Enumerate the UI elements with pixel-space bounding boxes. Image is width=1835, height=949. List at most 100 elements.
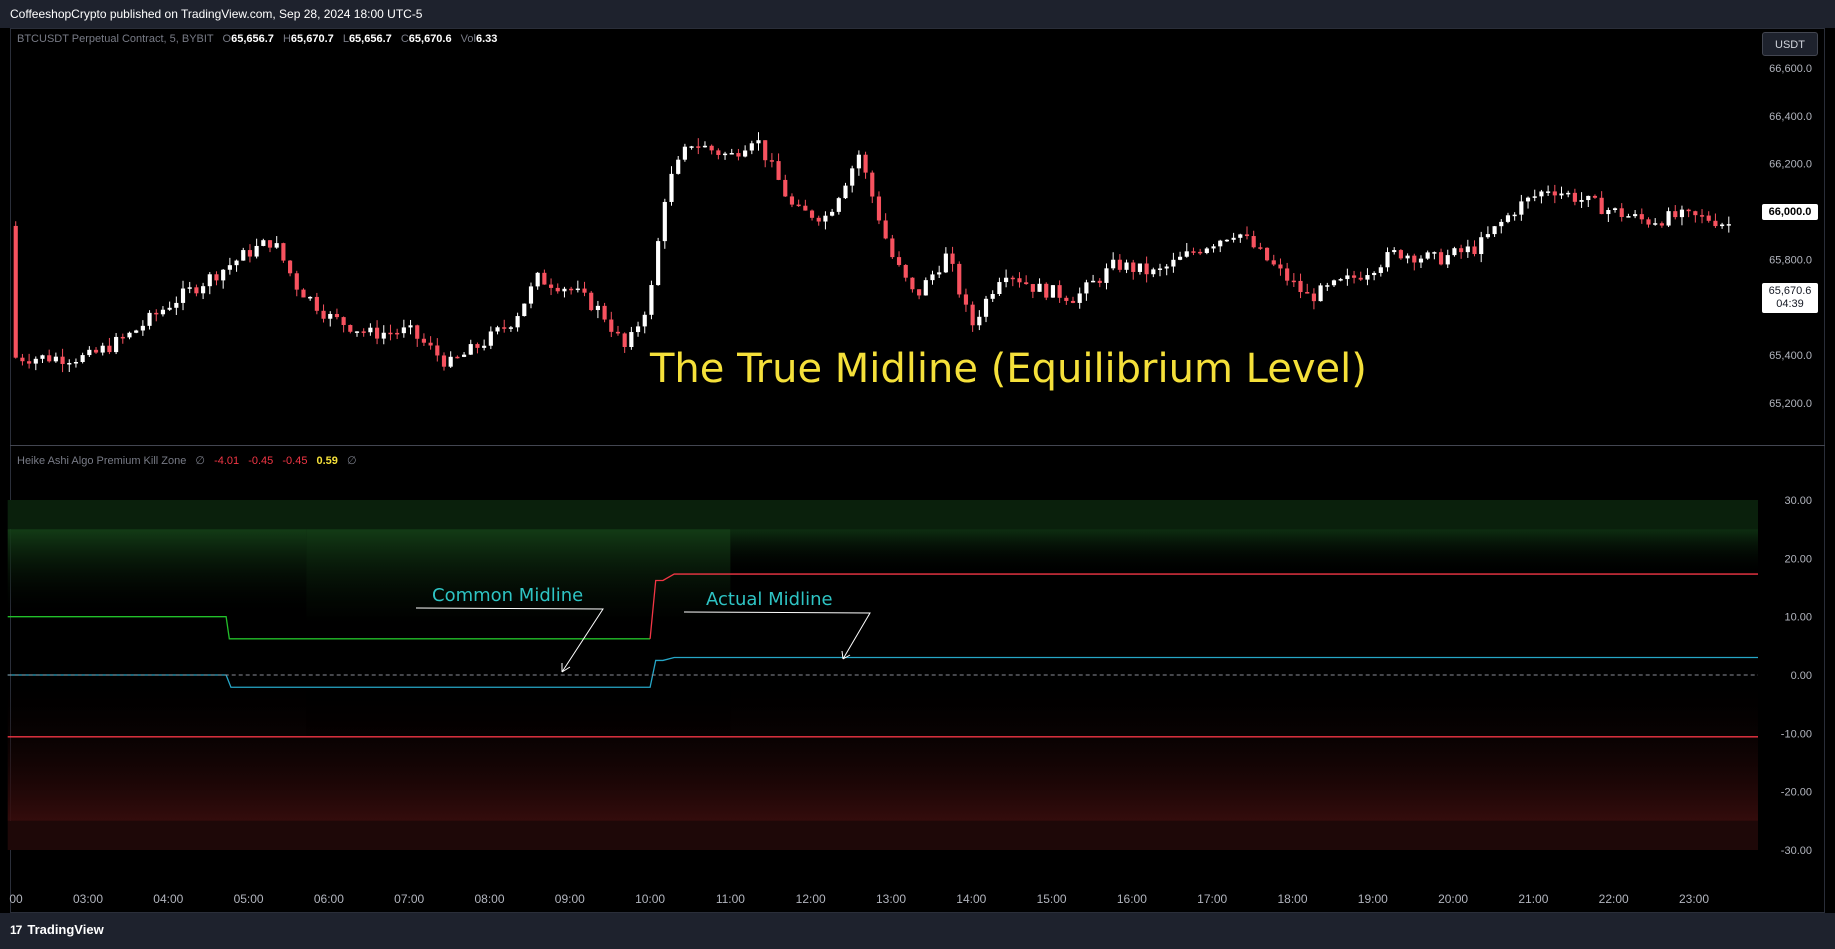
candle-body [160,309,166,315]
candle-body [1646,219,1651,225]
tradingview-logo[interactable]: 17 TradingView [10,922,104,937]
candle-body [100,345,105,353]
candle-body [1599,197,1604,215]
candle-body [796,204,801,207]
candle-body [1579,200,1584,202]
currency-button[interactable]: USDT [1762,32,1818,56]
time-tick-label: 00 [9,892,23,906]
candle-body [876,196,882,221]
candle-body [1378,267,1383,273]
candle-body [522,303,527,317]
actual-midline-label: Actual Midline [706,589,833,610]
candle-body [234,260,239,266]
indicator-value-1: -4.01 [214,455,240,467]
candle-body [629,332,634,348]
candle-body [983,298,989,317]
chart-canvas[interactable]: 66,600.0 66,400.0 66,200.0 65,800.0 65,400.0… [0,0,1835,949]
candle-body [314,296,319,311]
symbol-legend: BTCUSDT Perpetual Contract, 5, BYBIT O65… [17,33,497,45]
candle-body [903,264,908,278]
candle-body [977,316,982,326]
candle-body [288,260,293,274]
time-tick-label: 06:00 [314,892,344,906]
candle-body [1592,195,1598,198]
candle-body [1626,216,1631,218]
candle-body [957,263,962,295]
candle-body [1198,251,1203,254]
candle-body [1264,247,1270,261]
candle-body [1505,215,1511,222]
candle-body [1291,280,1296,283]
candle-body [495,327,500,332]
pane-separator[interactable] [10,445,1825,446]
candle-body [856,154,861,169]
time-tick-label: 11:00 [716,892,745,906]
candle-body [348,325,353,332]
candle-body [716,150,721,155]
candle-body [1566,192,1571,195]
candle-body [776,161,781,180]
time-tick-label: 21:00 [1518,892,1548,906]
candle-body [334,313,340,318]
candle-body [682,146,687,160]
candle-body [1218,240,1223,247]
indicator-value-4: 0.59 [316,455,338,467]
candle-body [201,286,206,294]
time-tick-label: 19:00 [1358,892,1388,906]
indicator-symbol-1: ∅ [195,455,206,467]
candle-body [1659,223,1664,226]
candle-body [80,355,85,362]
candle-body [1111,259,1116,269]
candle-body [1358,277,1363,280]
candle-body [1157,268,1163,270]
price-candles [13,132,1731,373]
candle-body [803,205,808,211]
candle-body [1331,280,1337,286]
high-value: 65,670.7 [290,33,334,45]
candle-body [843,185,848,199]
candle-body [488,331,493,346]
candle-body [1271,260,1276,265]
candle-body [1686,209,1691,212]
candle-body [254,245,259,257]
indicator-axis[interactable]: 30.00 20.00 10.00 0.00 -10.00 -20.00 -30.00 [1781,495,1812,857]
candle-body [1425,252,1430,259]
high-label: H [282,33,291,45]
candle-body [937,272,942,275]
indicator-tick-label: 0.00 [1791,670,1812,682]
candle-body [174,302,179,308]
candle-body [1311,293,1316,302]
candle-body [1178,256,1183,260]
candle-body [154,312,159,315]
indicator-value-3: -0.45 [282,455,308,467]
candle-body [461,354,467,357]
candle-body [1285,268,1290,281]
time-axis[interactable]: 00 03:00 04:00 05:00 06:00 07:00 08:00 09:00 10:… [9,892,1709,906]
price-axis[interactable]: 66,600.0 66,400.0 66,200.0 65,800.0 65,400.0… [1769,63,1812,410]
candle-body [294,273,299,290]
candle-body [830,211,835,216]
candle-body [763,140,768,161]
candle-body [1184,251,1189,257]
candle-body [1278,264,1283,269]
indicator-legend[interactable]: Heike Ashi Algo Premium Kill Zone ∅ -4.0… [17,454,357,467]
candle-body [468,344,473,355]
candle-body [1559,193,1564,196]
candle-body [789,196,795,205]
candle-body [1365,275,1370,280]
candle-body [890,238,895,258]
candle-body [114,336,119,353]
candle-body [863,154,868,173]
candle-body [1726,224,1731,226]
indicator-tick-label: 10.00 [1784,612,1812,624]
bar-countdown: 04:39 [1776,298,1804,310]
candle-body [321,310,326,319]
candle-body [408,325,413,328]
candle-body [435,345,440,356]
candle-body [455,356,460,359]
candle-body [896,257,902,265]
time-tick-label: 03:00 [73,892,103,906]
candle-body [1117,259,1122,270]
candle-body [1699,215,1705,217]
candle-body [736,153,741,157]
